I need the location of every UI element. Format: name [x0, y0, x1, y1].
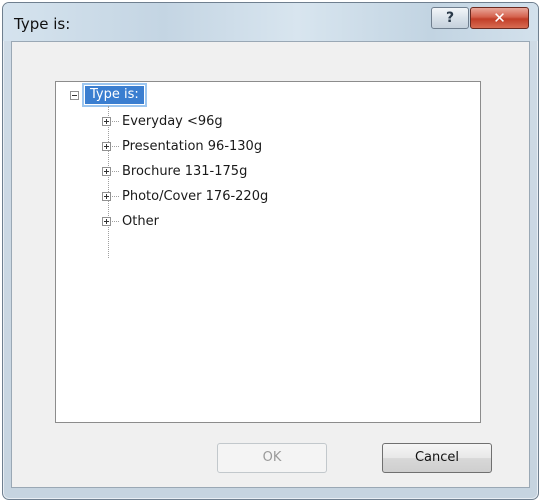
expand-icon[interactable] — [102, 142, 111, 151]
tree-connector — [112, 171, 119, 172]
paper-type-tree[interactable]: Type is: Everyday <96g Presentation 96-1… — [55, 81, 481, 423]
window-title: Type is: — [14, 15, 71, 33]
ok-button[interactable]: OK — [217, 443, 327, 473]
tree-item-label[interactable]: Other — [122, 213, 159, 231]
tree-item-label[interactable]: Photo/Cover 176-220g — [122, 188, 268, 206]
tree-connector-line — [108, 106, 109, 258]
help-icon: ? — [445, 10, 455, 26]
help-button[interactable]: ? — [431, 7, 469, 29]
tree-connector — [112, 121, 119, 122]
tree-connector — [112, 221, 119, 222]
title-bar[interactable]: Type is: ? ✕ — [3, 3, 538, 41]
close-icon: ✕ — [493, 9, 506, 27]
expand-icon[interactable] — [102, 117, 111, 126]
cancel-button[interactable]: Cancel — [382, 443, 492, 473]
expand-icon[interactable] — [102, 192, 111, 201]
collapse-icon[interactable] — [70, 91, 79, 100]
dialog-window: Type is: ? ✕ Type is: Everyday <96g Pres… — [2, 2, 539, 500]
tree-root-label[interactable]: Type is: — [82, 83, 147, 107]
expand-icon[interactable] — [102, 167, 111, 176]
tree-item-label[interactable]: Everyday <96g — [122, 113, 223, 131]
tree-connector — [112, 146, 119, 147]
tree-item-label[interactable]: Presentation 96-130g — [122, 138, 262, 156]
close-button[interactable]: ✕ — [470, 7, 529, 29]
tree-item-label[interactable]: Brochure 131-175g — [122, 163, 247, 181]
tree-connector — [112, 196, 119, 197]
expand-icon[interactable] — [102, 217, 111, 226]
dialog-body: Type is: Everyday <96g Presentation 96-1… — [11, 41, 530, 488]
